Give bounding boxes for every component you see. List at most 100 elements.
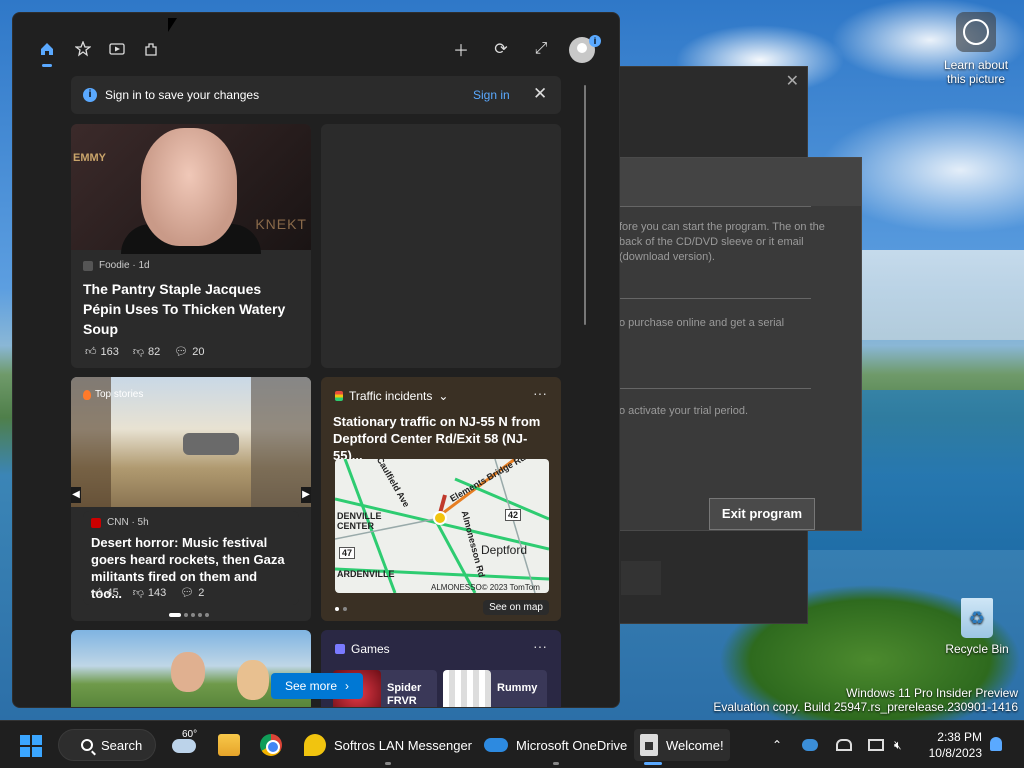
plus-icon[interactable]: ＋	[447, 35, 475, 63]
onedrive-label: Microsoft OneDrive	[516, 737, 628, 753]
games-icon	[335, 644, 345, 654]
signin-link[interactable]: Sign in	[473, 88, 510, 102]
more-options-icon[interactable]: ···	[533, 385, 547, 401]
like-count: 45	[106, 586, 119, 599]
chevron-right-icon[interactable]: ▶	[301, 487, 311, 503]
recycle-bin-icon: ♻	[961, 598, 993, 638]
incident-marker-icon[interactable]	[433, 511, 447, 525]
file-explorer-button[interactable]	[212, 729, 246, 761]
refresh-icon[interactable]: ⟳	[487, 35, 515, 63]
divider	[609, 298, 811, 299]
notification-bell-icon[interactable]	[990, 737, 1002, 751]
dislike-button[interactable]: 👎︎ 82	[133, 345, 161, 359]
news-source-label: Foodie · 1d	[99, 260, 150, 271]
display-tray-button[interactable]	[868, 729, 884, 761]
thumbs-up-icon: 👍︎	[91, 587, 103, 599]
traffic-label[interactable]: Traffic incidents ⌄	[335, 389, 448, 403]
taskbar-search-button[interactable]: Search	[58, 729, 156, 761]
traffic-card[interactable]: Traffic incidents ⌄ ··· Stationary traff…	[321, 377, 561, 621]
empty-card	[321, 124, 561, 368]
top-stories-card[interactable]: Top stories ◀ ▶ CNN · 5h Desert horror: …	[71, 377, 311, 621]
cnn-logo-icon	[91, 517, 101, 528]
game-rummy[interactable]: Rummy	[443, 670, 547, 707]
learn-about-picture-label: Learn about this picture	[943, 58, 1009, 86]
welcome-label: Welcome!	[666, 737, 724, 753]
games-label: Games	[335, 642, 390, 656]
story-details: CNN · 5h Desert horror: Music festival g…	[83, 511, 299, 605]
scrollbar[interactable]	[584, 85, 586, 325]
route-47-shield: 47	[339, 547, 356, 559]
home-icon[interactable]	[33, 35, 61, 67]
dislike-count: 82	[148, 345, 161, 358]
news-source-label: CNN · 5h	[107, 517, 149, 528]
comment-icon: 💬︎	[174, 346, 189, 358]
traffic-light-icon	[335, 391, 343, 401]
emmy-sign: EMMY	[73, 152, 106, 164]
see-more-button[interactable]: See more ›	[271, 673, 363, 699]
divider	[609, 206, 811, 207]
background-dialog: fore you can start the program. The on t…	[598, 157, 862, 531]
comment-button[interactable]: 💬︎ 2	[180, 586, 205, 600]
lan-messenger-button[interactable]: Softros LAN Messenger	[298, 729, 478, 765]
camera-icon	[956, 12, 996, 52]
cards-game-icon	[443, 670, 491, 707]
network-tray-button[interactable]	[836, 729, 852, 761]
onedrive-button[interactable]: Microsoft OneDrive	[478, 729, 633, 765]
watermark-edition: Windows 11 Pro Insider Preview	[846, 686, 1018, 700]
comment-count: 2	[198, 586, 205, 599]
signin-banner: i Sign in to save your changes Sign in ✕	[71, 76, 561, 114]
news-card-foodie[interactable]: EMMY KNEKT Foodie · 1d The Pantry Staple…	[71, 124, 311, 368]
chrome-button[interactable]	[254, 729, 288, 761]
play-icon[interactable]	[103, 35, 131, 63]
search-icon	[81, 739, 93, 751]
image-car	[183, 433, 239, 455]
volume-tray-button[interactable]: 🔇︎	[894, 729, 902, 761]
puzzle-icon[interactable]	[137, 35, 165, 63]
carousel-dots[interactable]	[335, 607, 347, 611]
welcome-app-button[interactable]: Welcome!	[634, 729, 730, 765]
close-icon[interactable]: ✕	[786, 71, 799, 91]
signin-message: Sign in to save your changes	[105, 88, 260, 102]
reactions-bar: 👍︎ 163 👎︎ 82 💬︎ 20	[85, 345, 205, 359]
close-icon[interactable]: ✕	[533, 84, 547, 104]
windows-start-icon[interactable]	[20, 735, 42, 757]
dislike-count: 143	[147, 586, 167, 599]
image-face	[141, 128, 237, 246]
weather-widget-button[interactable]: 60°	[170, 729, 204, 761]
info-icon: i	[83, 88, 97, 102]
knekt-sign: KNEKT	[255, 216, 307, 232]
see-on-map-button[interactable]: See on map	[483, 600, 549, 615]
dislike-button[interactable]: 👎︎ 143	[133, 586, 167, 600]
see-more-label: See more	[284, 679, 338, 693]
comment-button[interactable]: 💬︎ 20	[174, 345, 204, 359]
traffic-map[interactable]: Caulfield Ave DENVILLE CENTER ARDENVILLE…	[335, 459, 549, 593]
recycle-bin-label: Recycle Bin	[945, 642, 1009, 656]
recycle-bin-shortcut[interactable]: ♻ Recycle Bin	[942, 598, 1012, 656]
carousel-dots[interactable]	[169, 613, 209, 617]
search-label: Search	[101, 737, 143, 753]
game-name: Rummy	[497, 682, 538, 694]
flame-icon	[83, 389, 91, 400]
top-stories-text: Top stories	[95, 389, 144, 400]
dialog-text-2: o purchase online and get a serial	[619, 317, 785, 329]
like-count: 163	[100, 345, 119, 358]
expand-icon[interactable]: ⤢	[527, 35, 555, 63]
chevron-left-icon[interactable]: ◀	[71, 487, 81, 503]
chevron-right-icon: ›	[345, 679, 350, 693]
news-headline[interactable]: The Pantry Staple Jacques Pépin Uses To …	[71, 271, 311, 339]
weather-temperature: 60°	[182, 729, 198, 740]
chrome-icon	[260, 734, 282, 756]
show-hidden-icons-button[interactable]: ⌃	[772, 729, 782, 761]
traffic-headline[interactable]: Stationary traffic on NJ-55 N from Deptf…	[321, 413, 561, 464]
like-button[interactable]: 👍︎ 45	[91, 586, 119, 600]
taskbar-clock[interactable]: 2:38 PM 10/8/2023	[924, 729, 982, 761]
star-add-icon[interactable]	[69, 35, 97, 63]
exit-program-button[interactable]: Exit program	[709, 498, 815, 530]
learn-about-picture-shortcut[interactable]: Learn about this picture	[938, 12, 1014, 86]
more-options-icon[interactable]: ···	[533, 638, 547, 654]
onedrive-tray-button[interactable]	[802, 729, 818, 761]
onedrive-tray-icon	[802, 739, 818, 751]
like-button[interactable]: 👍︎ 163	[85, 345, 119, 359]
map-label-deptford: Deptford	[481, 543, 528, 557]
onedrive-cloud-icon	[484, 738, 508, 752]
